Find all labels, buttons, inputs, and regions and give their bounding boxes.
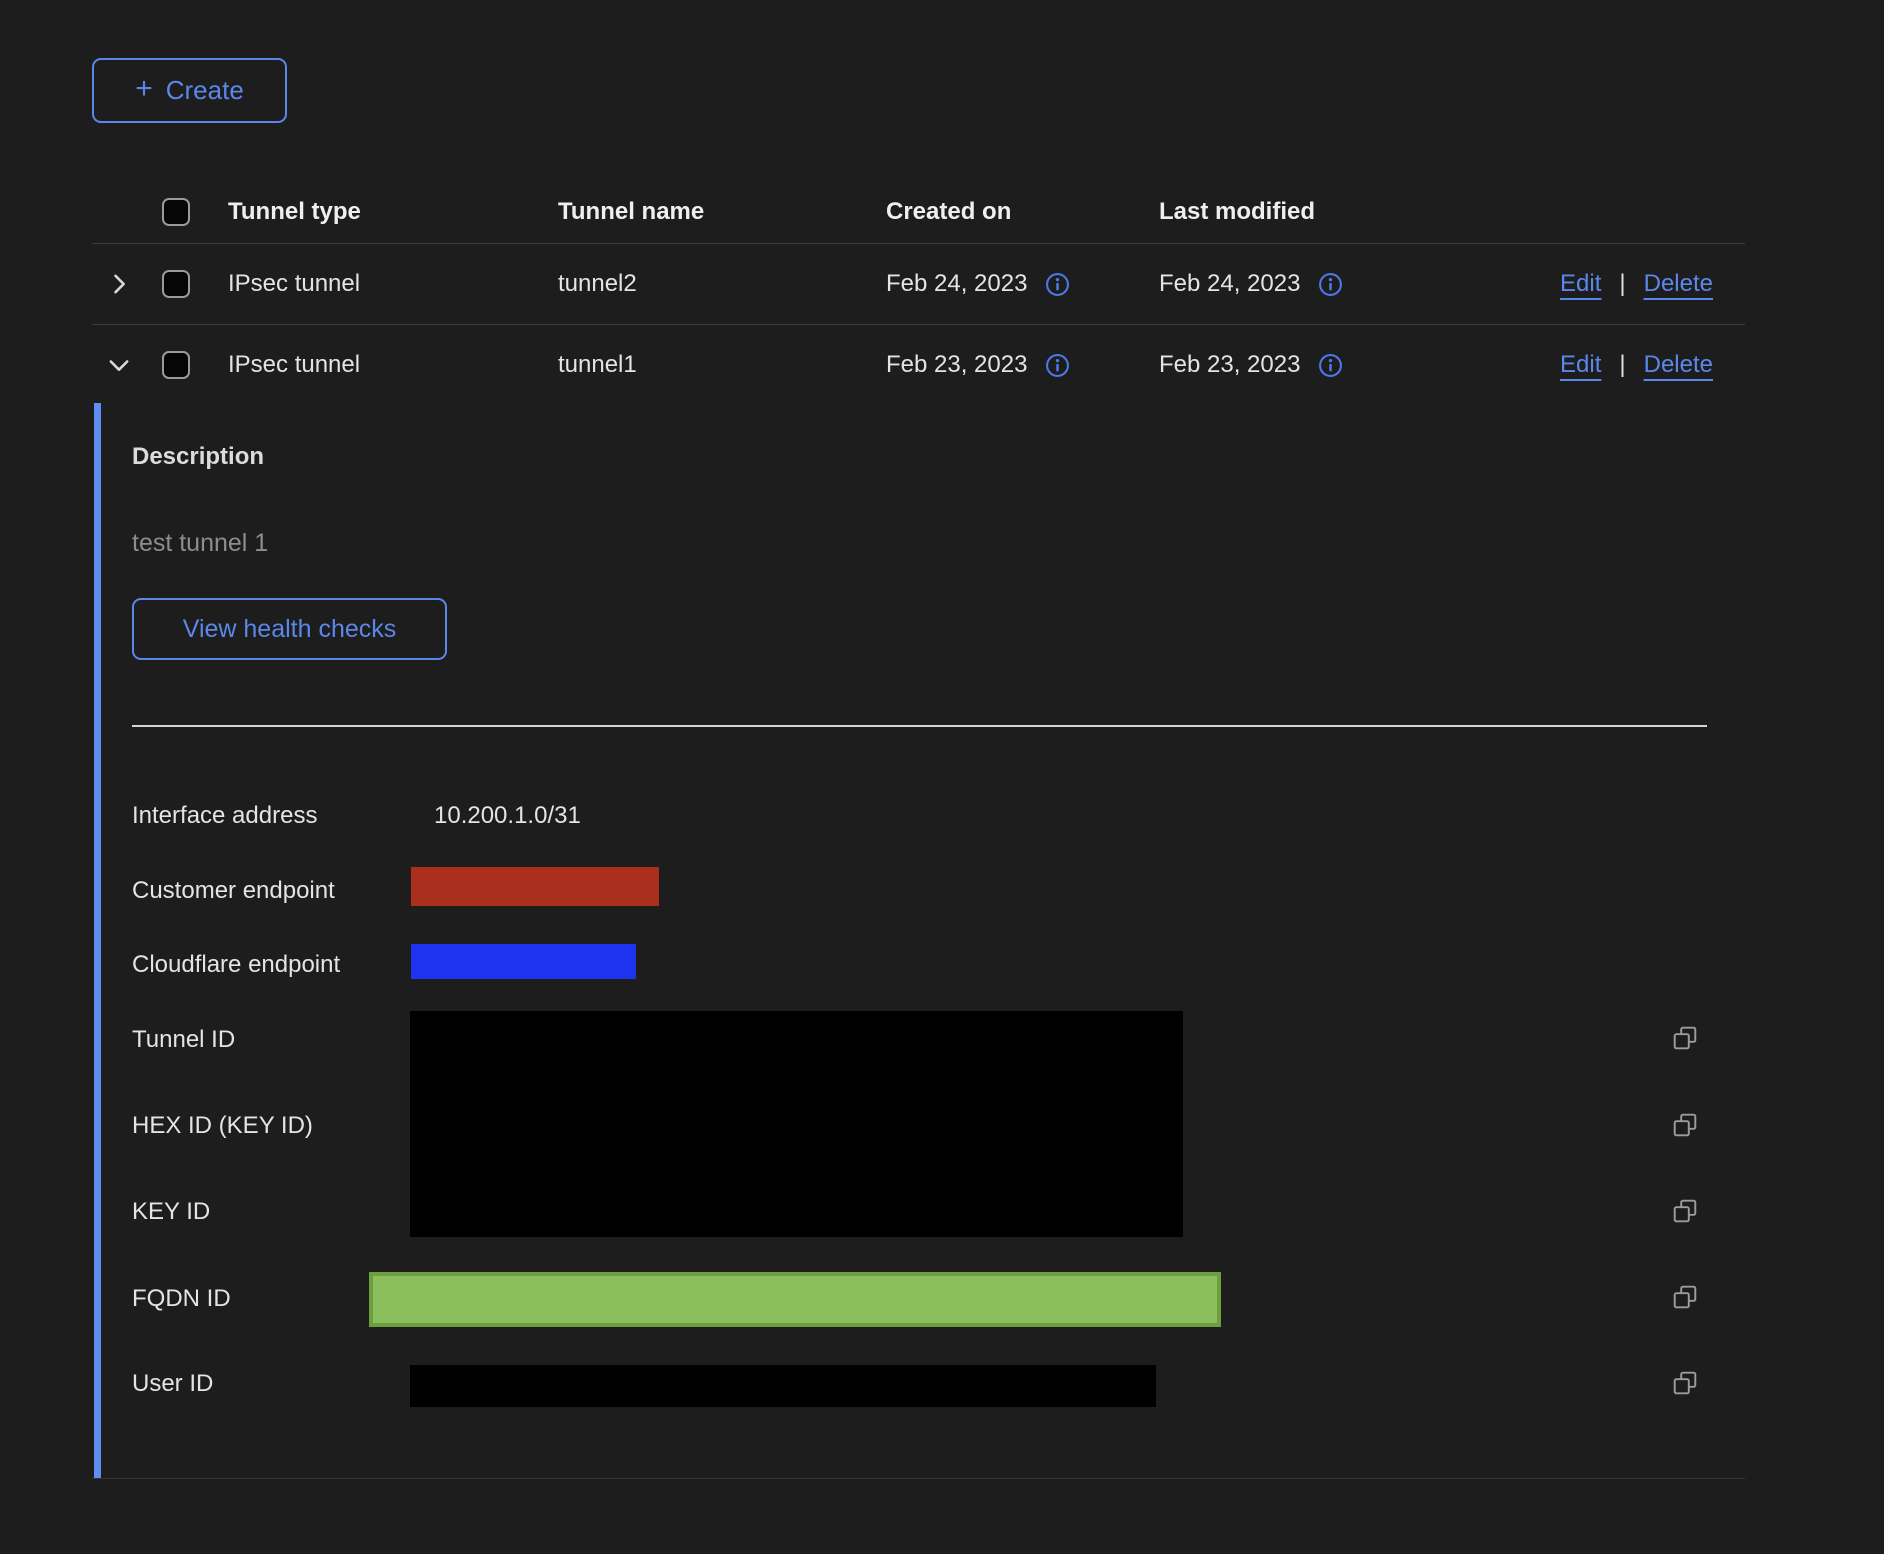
row-checkbox[interactable] bbox=[162, 351, 190, 379]
info-icon[interactable] bbox=[1318, 272, 1343, 297]
create-button[interactable]: + Create bbox=[92, 58, 287, 123]
tunnel-detail-panel: Description test tunnel 1 View health ch… bbox=[92, 403, 1745, 1479]
interface-address-label: Interface address bbox=[132, 802, 317, 830]
cloudflare-endpoint-redacted-value bbox=[411, 944, 636, 979]
tunnel-id-label: Tunnel ID bbox=[132, 1026, 235, 1054]
last-modified-cell: Feb 24, 2023 bbox=[1159, 270, 1300, 298]
tunnel-type-cell: IPsec tunnel bbox=[228, 351, 558, 379]
last-modified-cell: Feb 23, 2023 bbox=[1159, 351, 1300, 379]
tunnels-page: + Create Tunnel type Tunnel name Created… bbox=[0, 0, 1884, 1554]
tunnel-name-cell: tunnel1 bbox=[558, 351, 886, 379]
expanded-row-indicator-bar bbox=[94, 403, 101, 1478]
description-label: Description bbox=[132, 443, 264, 471]
delete-link[interactable]: Delete bbox=[1644, 270, 1713, 298]
key-id-label: KEY ID bbox=[132, 1198, 210, 1226]
select-all-checkbox[interactable] bbox=[162, 198, 190, 226]
table-row: IPsec tunnel tunnel2 Feb 24, 2023 Feb 24… bbox=[92, 244, 1745, 325]
create-button-label: Create bbox=[166, 75, 244, 106]
table-row: IPsec tunnel tunnel1 Feb 23, 2023 Feb 23… bbox=[92, 325, 1745, 405]
copy-icon[interactable] bbox=[1672, 1370, 1698, 1396]
created-on-cell: Feb 24, 2023 bbox=[886, 270, 1027, 298]
cloudflare-endpoint-label: Cloudflare endpoint bbox=[132, 951, 340, 979]
edit-link[interactable]: Edit bbox=[1560, 270, 1601, 298]
tunnel-name-cell: tunnel2 bbox=[558, 270, 886, 298]
interface-address-value: 10.200.1.0/31 bbox=[434, 802, 581, 830]
description-value: test tunnel 1 bbox=[132, 529, 268, 558]
plus-icon: + bbox=[135, 74, 153, 104]
info-icon[interactable] bbox=[1045, 272, 1070, 297]
header-tunnel-type: Tunnel type bbox=[228, 198, 558, 226]
copy-icon[interactable] bbox=[1672, 1284, 1698, 1310]
customer-endpoint-redacted-value bbox=[411, 867, 659, 906]
created-on-cell: Feb 23, 2023 bbox=[886, 351, 1027, 379]
tunnel-type-cell: IPsec tunnel bbox=[228, 270, 558, 298]
section-divider bbox=[132, 725, 1707, 727]
info-icon[interactable] bbox=[1318, 353, 1343, 378]
chevron-right-icon[interactable] bbox=[105, 270, 133, 298]
edit-link[interactable]: Edit bbox=[1560, 351, 1601, 379]
action-separator: | bbox=[1619, 270, 1625, 298]
fqdn-id-label: FQDN ID bbox=[132, 1285, 231, 1313]
user-id-label: User ID bbox=[132, 1370, 213, 1398]
info-icon[interactable] bbox=[1045, 353, 1070, 378]
delete-link[interactable]: Delete bbox=[1644, 351, 1713, 379]
view-health-checks-button[interactable]: View health checks bbox=[132, 598, 447, 660]
tunnels-table: Tunnel type Tunnel name Created on Last … bbox=[92, 180, 1745, 405]
copy-icon[interactable] bbox=[1672, 1198, 1698, 1224]
header-created-on: Created on bbox=[886, 198, 1159, 226]
copy-icon[interactable] bbox=[1672, 1025, 1698, 1051]
tunnel-id-redacted-value bbox=[410, 1011, 1183, 1237]
chevron-down-icon[interactable] bbox=[105, 351, 133, 379]
user-id-redacted-value bbox=[410, 1365, 1156, 1407]
hex-id-label: HEX ID (KEY ID) bbox=[132, 1112, 313, 1140]
customer-endpoint-label: Customer endpoint bbox=[132, 877, 335, 905]
copy-icon[interactable] bbox=[1672, 1112, 1698, 1138]
fqdn-id-redacted-value bbox=[369, 1272, 1221, 1327]
header-tunnel-name: Tunnel name bbox=[558, 198, 886, 226]
header-last-modified: Last modified bbox=[1159, 198, 1436, 226]
action-separator: | bbox=[1619, 351, 1625, 379]
row-checkbox[interactable] bbox=[162, 270, 190, 298]
table-header-row: Tunnel type Tunnel name Created on Last … bbox=[92, 180, 1745, 244]
